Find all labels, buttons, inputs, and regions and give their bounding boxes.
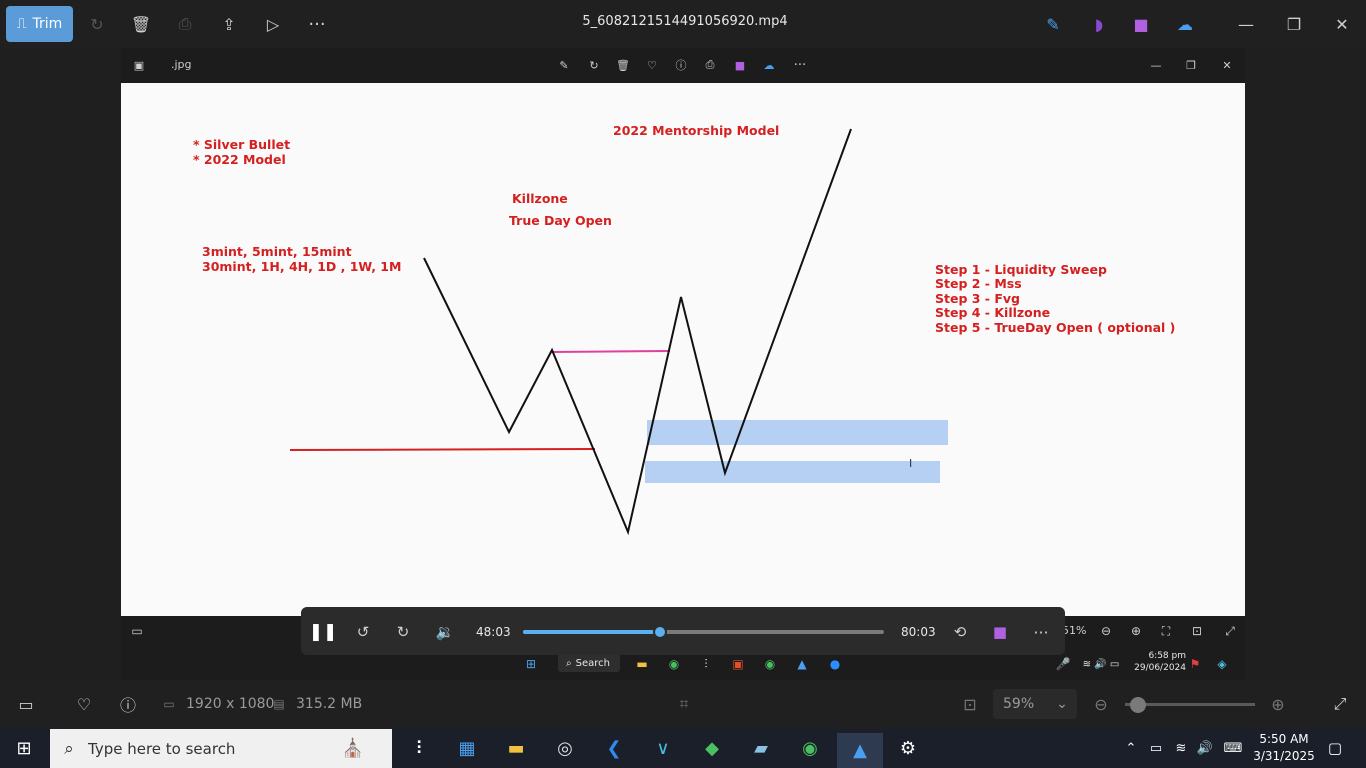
zoom-value: 59% xyxy=(1003,696,1035,712)
mss-line xyxy=(551,350,671,353)
mini-tray-icons: ≋ 🔊 ▭ xyxy=(1082,658,1120,670)
mini-photos-icon[interactable]: ▲ xyxy=(792,655,812,673)
step-2: Step 2 - Mss xyxy=(935,276,1022,291)
obs-icon[interactable]: ◎ xyxy=(549,733,581,763)
zoom-dropdown[interactable]: 59% ⌄ xyxy=(993,689,1077,719)
chevron-down-icon: ⌄ xyxy=(1056,696,1068,712)
file-explorer-icon[interactable]: ▬ xyxy=(500,733,532,763)
clock-time: 5:50 AM xyxy=(1259,732,1309,746)
mini-start-icon[interactable]: ⊞ xyxy=(520,655,542,673)
inner-filmstrip-icon[interactable]: ▭ xyxy=(128,622,146,640)
current-time: 48:03 xyxy=(476,625,511,639)
mini-clock: 6:58 pm 29/06/2024 xyxy=(1134,650,1186,674)
taskbar-clock[interactable]: 5:50 AM 3/31/2025 xyxy=(1252,731,1316,765)
bluestacks-icon[interactable]: ◆ xyxy=(696,733,728,763)
chrome-icon[interactable]: ◉ xyxy=(794,733,826,763)
timeframes-label: 3mint, 5mint, 15mint 30mint, 1H, 4H, 1D … xyxy=(202,244,402,274)
fullscreen-icon[interactable]: ⤢ xyxy=(1328,693,1352,715)
loop-icon[interactable]: ⟲ xyxy=(948,621,972,643)
image-dimensions: 1920 x 1080 xyxy=(186,696,275,712)
zoom-out-icon[interactable]: ⊖ xyxy=(1090,693,1112,715)
mini-mic-icon: 🎤 xyxy=(1055,657,1071,671)
pause-icon[interactable]: ❚❚ xyxy=(309,621,338,643)
battery-icon[interactable]: ▭ xyxy=(1145,733,1167,763)
mini-explorer-icon[interactable]: ▬ xyxy=(632,655,652,673)
visual-studio-icon[interactable]: ∨ xyxy=(647,733,679,763)
fit-window-icon[interactable]: ⊡ xyxy=(958,693,982,715)
search-highlight-icon[interactable]: ⛪ xyxy=(320,733,386,763)
seek-progress xyxy=(523,630,661,634)
mini-notify-icon: ⚑ xyxy=(1189,657,1201,671)
skip-back-10-icon[interactable]: ↺ xyxy=(351,621,375,643)
inner-fit-icon[interactable]: ⛶ xyxy=(1157,622,1175,640)
step-1: Step 1 - Liquidity Sweep xyxy=(935,262,1107,277)
search-icon: ⌕ xyxy=(64,739,74,759)
windows-start-icon[interactable]: ⊞ xyxy=(8,733,40,763)
microsoft-store-icon[interactable]: ▦ xyxy=(451,733,483,763)
speaker-icon[interactable]: 🔊 xyxy=(1194,733,1216,763)
favorite-icon[interactable]: ♡ xyxy=(72,693,96,715)
settings-gear-icon[interactable]: ⚙ xyxy=(892,733,924,763)
mini-zoom-icon[interactable]: ● xyxy=(824,655,846,673)
filesize-icon: ▤ xyxy=(273,697,285,711)
mini-tradingview-icon[interactable]: ⫶ xyxy=(696,655,716,673)
clipchamp-player-icon[interactable]: ■ xyxy=(988,621,1012,643)
volume-icon[interactable]: 🔉 xyxy=(433,621,457,643)
wifi-icon[interactable]: ≋ xyxy=(1170,733,1192,763)
step-4: Step 4 - Killzone xyxy=(935,305,1051,320)
step-5: Step 5 - TrueDay Open ( optional ) xyxy=(935,320,1176,335)
liquidity-line xyxy=(289,448,596,451)
mini-search-label: Search xyxy=(575,657,610,669)
tray-chevron-up-icon[interactable]: ⌃ xyxy=(1120,733,1142,763)
total-time: 80:03 xyxy=(901,625,936,639)
mini-search-icon: ⌕ xyxy=(566,657,572,669)
photos-taskbar-icon[interactable]: ▲ xyxy=(837,733,883,768)
keyboard-icon[interactable]: ⌨ xyxy=(1220,733,1246,763)
clock-date: 3/31/2025 xyxy=(1253,749,1315,763)
mini-clock-time: 6:58 pm xyxy=(1148,651,1186,661)
cursor-ibeam: I xyxy=(909,457,912,470)
vscode-icon[interactable]: ❮ xyxy=(598,733,630,763)
player-more-icon[interactable]: ··· xyxy=(1029,621,1053,643)
model-list: * Silver Bullet * 2022 Model xyxy=(193,137,291,167)
resolution-icon: ▭ xyxy=(163,697,175,711)
zoom-in-icon[interactable]: ⊕ xyxy=(1267,693,1289,715)
tradingview-icon[interactable]: ⫶ xyxy=(403,733,435,763)
diagram-title: 2022 Mentorship Model xyxy=(613,123,780,138)
true-day-open-label: True Day Open xyxy=(509,213,612,228)
inner-zoom-value: 51% xyxy=(1062,624,1087,637)
info-icon[interactable]: ⓘ xyxy=(116,693,140,715)
fvg-box-lower xyxy=(645,461,940,483)
mini-powerpoint-icon[interactable]: ▣ xyxy=(728,655,748,673)
mini-clock-date: 29/06/2024 xyxy=(1134,663,1186,673)
inner-zoom-out-icon[interactable]: ⊖ xyxy=(1097,622,1115,640)
file-size: 315.2 MB xyxy=(296,696,363,712)
notes-icon[interactable]: ▰ xyxy=(745,733,777,763)
fvg-box-upper xyxy=(647,420,948,445)
filmstrip-icon[interactable]: ▭ xyxy=(14,693,38,715)
killzone-label: Killzone xyxy=(512,191,568,206)
mini-chrome2-icon[interactable]: ◉ xyxy=(760,655,780,673)
mini-copilot-icon: ◈ xyxy=(1217,657,1227,671)
inner-fullscreen-icon[interactable]: ⤢ xyxy=(1221,622,1239,640)
notification-icon[interactable]: ▢ xyxy=(1322,733,1348,763)
search-placeholder: Type here to search xyxy=(88,739,236,758)
mini-search[interactable]: ⌕ Search xyxy=(558,654,620,672)
skip-forward-30-icon[interactable]: ↻ xyxy=(391,621,415,643)
inner-actual-size-icon[interactable]: ⊡ xyxy=(1188,622,1206,640)
visual-search-icon[interactable]: ⌗ xyxy=(672,693,696,715)
step-3: Step 3 - Fvg xyxy=(935,291,1020,306)
zoom-slider-thumb[interactable] xyxy=(1130,697,1146,713)
mini-chrome-icon[interactable]: ◉ xyxy=(664,655,684,673)
inner-zoom-in-icon[interactable]: ⊕ xyxy=(1127,622,1145,640)
